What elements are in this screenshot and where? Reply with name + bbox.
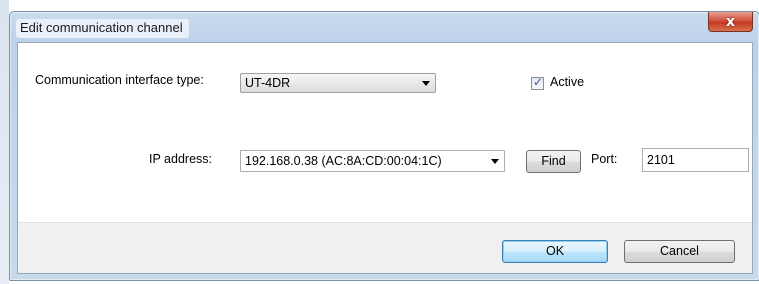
find-button[interactable]: Find (526, 150, 581, 173)
ip-address-value: 192.168.0.38 (AC:8A:CD:00:04:1C) (245, 154, 442, 168)
port-input[interactable]: 2101 (642, 148, 749, 172)
window-title: Edit communication channel (16, 19, 189, 38)
interface-type-label: Communication interface type: (35, 73, 204, 87)
background-window-edge (0, 0, 9, 284)
chevron-down-icon (491, 159, 499, 164)
close-button[interactable]: x (708, 12, 753, 32)
dialog-window: Edit communication channel x Communicati… (9, 11, 759, 281)
chevron-down-icon (422, 81, 430, 86)
active-checkbox[interactable]: ✓ (531, 75, 544, 90)
ok-button[interactable]: OK (502, 240, 608, 263)
checkmark-icon: ✓ (533, 75, 544, 89)
ip-address-combobox[interactable]: 192.168.0.38 (AC:8A:CD:00:04:1C) (240, 150, 505, 172)
interface-type-value: UT-4DR (245, 76, 291, 90)
close-icon: x (725, 13, 736, 30)
port-label: Port: (591, 152, 618, 166)
cancel-button[interactable]: Cancel (624, 240, 735, 263)
port-value: 2101 (647, 153, 675, 167)
dialog-footer: OK Cancel (18, 222, 752, 273)
title-bar[interactable]: Edit communication channel x (10, 12, 759, 42)
active-label: Active (550, 75, 585, 89)
interface-type-dropdown[interactable]: UT-4DR (240, 73, 436, 93)
ip-address-label: IP address: (149, 152, 213, 166)
dialog-body: Communication interface type: UT-4DR ✓ A… (17, 42, 753, 274)
